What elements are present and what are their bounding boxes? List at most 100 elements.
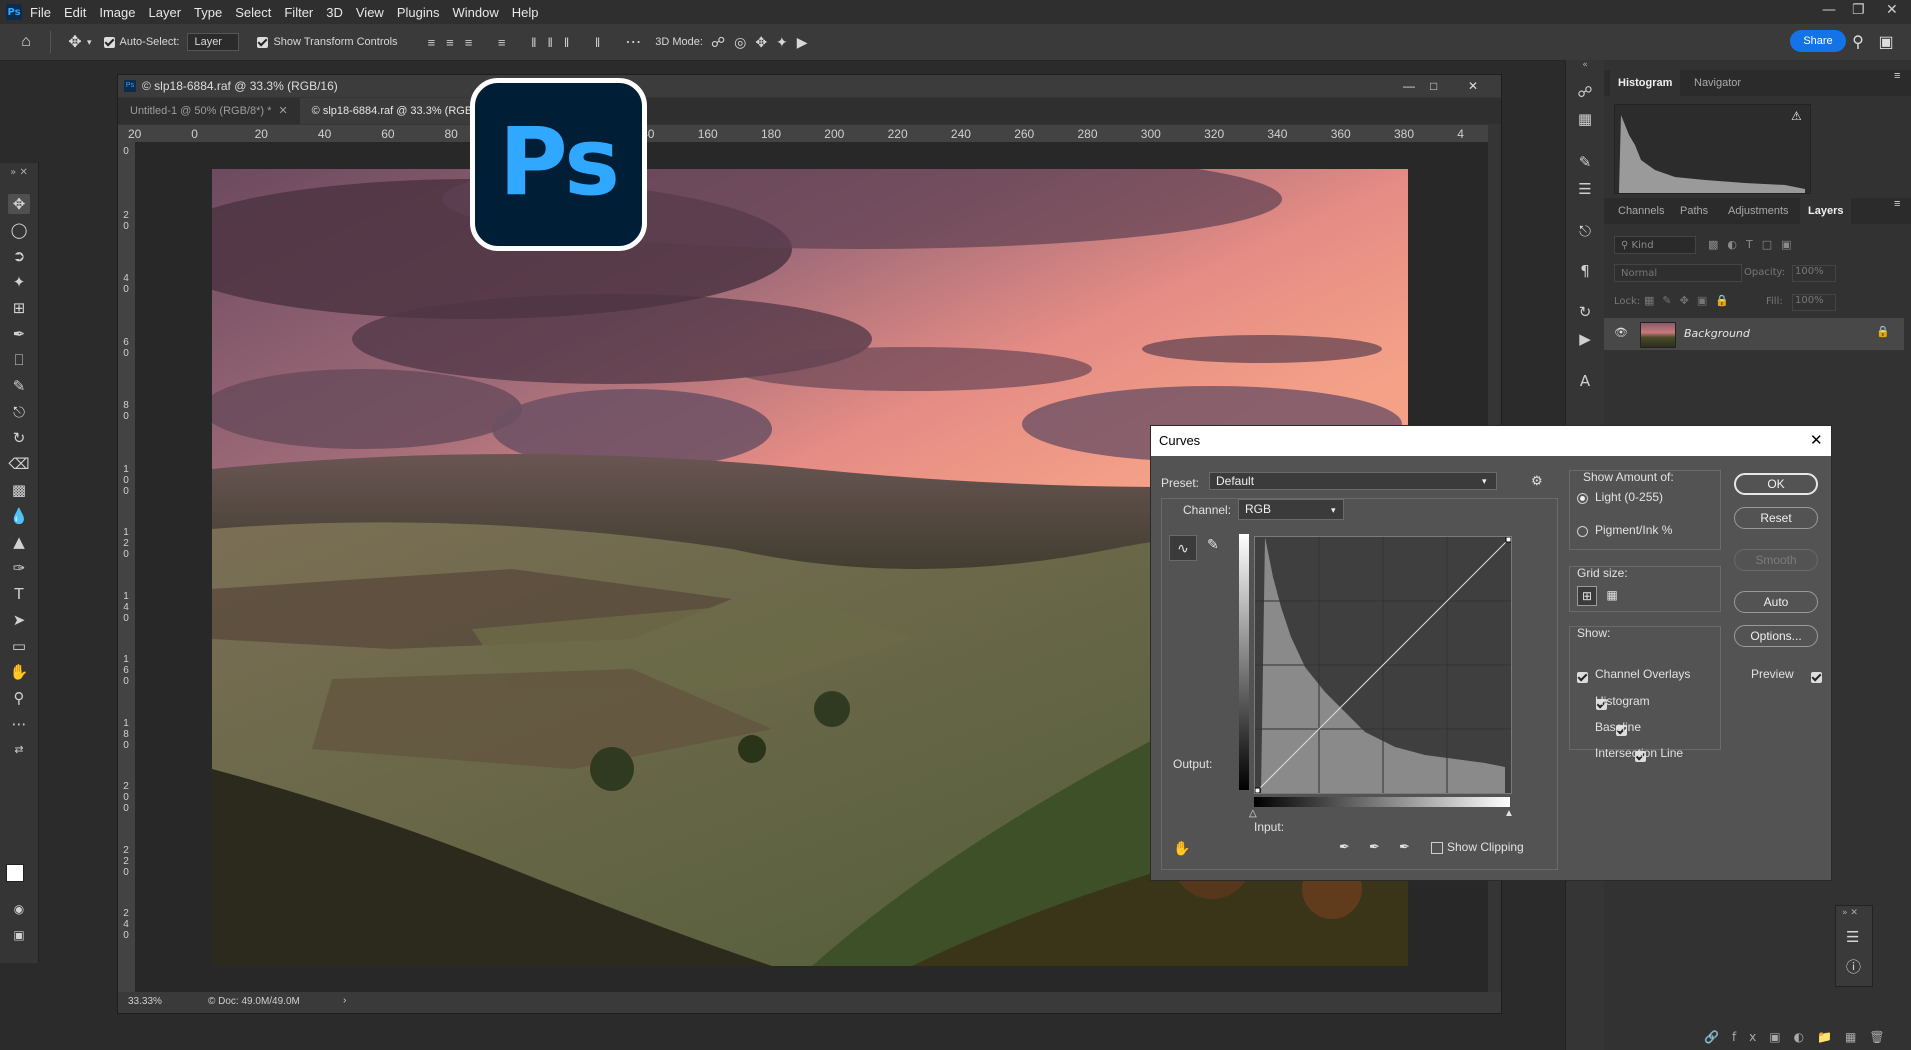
clone-source-icon[interactable]: ⎋ xyxy=(1575,222,1595,240)
close-icon[interactable]: ✕ xyxy=(1886,2,1898,18)
smooth-button[interactable]: Smooth xyxy=(1734,549,1818,571)
curve-graph[interactable] xyxy=(1254,536,1512,794)
type-tool-icon[interactable]: T xyxy=(8,584,30,604)
fill-field[interactable]: 100% xyxy=(1792,294,1836,311)
curves-close-icon[interactable]: ✕ xyxy=(1810,431,1823,449)
brush-tool-icon[interactable]: ✎ xyxy=(8,376,30,396)
history-panel-icon[interactable]: ↻ xyxy=(1575,303,1595,321)
blend-mode-dropdown[interactable]: Normal xyxy=(1614,264,1742,282)
ok-button[interactable]: OK xyxy=(1734,473,1818,495)
blur-tool-icon[interactable]: 💧 xyxy=(8,506,30,526)
align-icons[interactable]: ≡≡≡ ≡ ‖‖‖ ‖ xyxy=(428,35,612,50)
panel-menu-icon[interactable]: ≡ xyxy=(1894,70,1900,82)
move-tool-icon[interactable]: ✥ xyxy=(8,194,30,214)
marquee-tool-icon[interactable]: ◯ xyxy=(8,220,30,240)
detailed-grid-icon[interactable]: ▦ xyxy=(1603,586,1621,604)
layer-filter-icons[interactable]: ▩◐T□▣ xyxy=(1708,238,1801,251)
lock-icons[interactable]: ▦✎✥▣🔒 xyxy=(1644,294,1737,307)
pigment-radio[interactable] xyxy=(1577,526,1588,537)
paragraph-icon[interactable]: ¶ xyxy=(1575,262,1595,280)
preview-checkbox[interactable] xyxy=(1811,672,1823,684)
clone-stamp-icon[interactable]: ⎋ xyxy=(8,402,30,422)
zoom-level[interactable]: 33.33% xyxy=(128,996,162,1007)
channel-dropdown[interactable]: RGB ▾ xyxy=(1238,499,1344,520)
tab-navigator[interactable]: Navigator xyxy=(1686,70,1749,96)
rectangle-tool-icon[interactable]: ▭ xyxy=(8,636,30,656)
auto-button[interactable]: Auto xyxy=(1734,591,1818,613)
channel-overlays-checkbox[interactable] xyxy=(1577,672,1588,684)
menu-plugins[interactable]: Plugins xyxy=(397,5,440,20)
3d-panel-icon[interactable]: ☍ xyxy=(1575,83,1595,101)
menu-image[interactable]: Image xyxy=(99,5,135,20)
status-menu-chevron-icon[interactable]: › xyxy=(343,995,346,1006)
restore-icon[interactable]: ❐ xyxy=(1852,2,1865,18)
foreground-color-swatch[interactable] xyxy=(6,864,24,882)
auto-select-dropdown[interactable]: Layer xyxy=(187,33,240,51)
quick-mask-icon[interactable]: ◉ xyxy=(8,899,30,919)
black-eyedropper-icon[interactable]: ✒ xyxy=(1339,839,1350,855)
document-title-bar[interactable]: Ps © slp18-6884.raf @ 33.3% (RGB/16) — □… xyxy=(118,75,1501,97)
tab-channels[interactable]: Channels xyxy=(1610,198,1672,224)
minimize-icon[interactable]: — xyxy=(1822,2,1836,18)
tab-untitled-1[interactable]: Untitled-1 @ 50% (RGB/8*) * ✕ xyxy=(118,98,300,124)
info-icon[interactable]: ⓘ xyxy=(1846,956,1861,977)
tab-adjustments[interactable]: Adjustments xyxy=(1720,198,1797,224)
doc-close-icon[interactable]: ✕ xyxy=(1468,79,1478,93)
layer-filter-kind[interactable]: ⚲ Kind xyxy=(1614,236,1696,254)
collapse-panels-icon[interactable]: « xyxy=(1575,60,1595,70)
warning-icon[interactable]: ⚠ xyxy=(1791,109,1802,123)
doc-minimize-icon[interactable]: — xyxy=(1403,79,1415,93)
on-image-adjust-icon[interactable]: ✋ xyxy=(1173,840,1190,857)
menu-filter[interactable]: Filter xyxy=(284,5,313,20)
curves-title-bar[interactable]: Curves ✕ xyxy=(1151,426,1831,456)
menu-layer[interactable]: Layer xyxy=(149,5,182,20)
mini-panel-controls-icon[interactable]: » ✕ xyxy=(1842,908,1858,918)
light-radio[interactable] xyxy=(1577,493,1588,504)
home-icon[interactable]: ⌂ xyxy=(14,33,38,51)
black-point-slider-icon[interactable]: △ xyxy=(1249,808,1257,819)
dodge-tool-icon[interactable]: ▲ xyxy=(8,532,30,552)
eyedropper-tool-icon[interactable]: ✒ xyxy=(8,324,30,344)
preset-gear-icon[interactable]: ⚙ xyxy=(1531,473,1543,489)
menu-window[interactable]: Window xyxy=(452,5,498,20)
magic-wand-icon[interactable]: ✦ xyxy=(8,272,30,292)
layer-name[interactable]: Background xyxy=(1684,327,1750,340)
chevron-down-icon[interactable]: ▾ xyxy=(87,37,92,48)
gradient-tool-icon[interactable]: ▩ xyxy=(8,480,30,500)
healing-brush-icon[interactable]: ⎕ xyxy=(8,350,30,370)
character-panel-icon[interactable]: A xyxy=(1575,372,1595,390)
menu-help[interactable]: Help xyxy=(512,5,539,20)
tab-layers[interactable]: Layers xyxy=(1800,198,1852,224)
more-options-icon[interactable]: ⋯ xyxy=(625,32,641,52)
collapse-toolbar-icon[interactable]: » ✕ xyxy=(8,163,30,183)
screen-mode-icon[interactable]: ▣ xyxy=(8,925,30,945)
reset-button[interactable]: Reset xyxy=(1734,507,1818,529)
gray-eyedropper-icon[interactable]: ✒ xyxy=(1369,839,1380,855)
pencil-tool-icon[interactable]: ✎ xyxy=(1207,536,1219,553)
layer-row-background[interactable]: 👁 Background 🔒 xyxy=(1604,318,1904,350)
show-clipping-checkbox[interactable] xyxy=(1431,842,1443,854)
layers-bottom-icons[interactable]: 🔗fx▣◐📁▦🗑 xyxy=(1704,1030,1898,1044)
brush-settings-icon[interactable]: ✎ xyxy=(1575,153,1595,171)
lasso-tool-icon[interactable]: ➲ xyxy=(8,246,30,266)
white-point-slider-icon[interactable]: ▲ xyxy=(1504,808,1514,819)
menu-type[interactable]: Type xyxy=(194,5,222,20)
crop-tool-icon[interactable]: ⊞ xyxy=(8,298,30,318)
pen-tool-icon[interactable]: ✑ xyxy=(8,558,30,578)
panel-menu-icon[interactable]: ≡ xyxy=(1894,198,1900,210)
zoom-tool-icon[interactable]: ⚲ xyxy=(8,688,30,708)
tab-close-icon[interactable]: ✕ xyxy=(278,105,287,117)
tab-paths[interactable]: Paths xyxy=(1672,198,1716,224)
doc-maximize-icon[interactable]: □ xyxy=(1430,79,1437,93)
curve-points-tool-icon[interactable]: ∿ xyxy=(1169,535,1197,561)
3d-mode-icons[interactable]: ☍◎✥✦▶ xyxy=(711,34,817,51)
layer-lock-icon[interactable]: 🔒 xyxy=(1876,325,1890,338)
menu-3d[interactable]: 3D xyxy=(326,5,343,20)
visibility-eye-icon[interactable]: 👁 xyxy=(1614,326,1628,339)
adjustments-panel-icon[interactable]: ☰ xyxy=(1575,180,1595,198)
auto-select-checkbox[interactable] xyxy=(103,36,115,48)
table-panel-icon[interactable]: ▦ xyxy=(1575,110,1595,128)
white-eyedropper-icon[interactable]: ✒ xyxy=(1399,839,1410,855)
menu-select[interactable]: Select xyxy=(235,5,271,20)
menu-view[interactable]: View xyxy=(356,5,384,20)
